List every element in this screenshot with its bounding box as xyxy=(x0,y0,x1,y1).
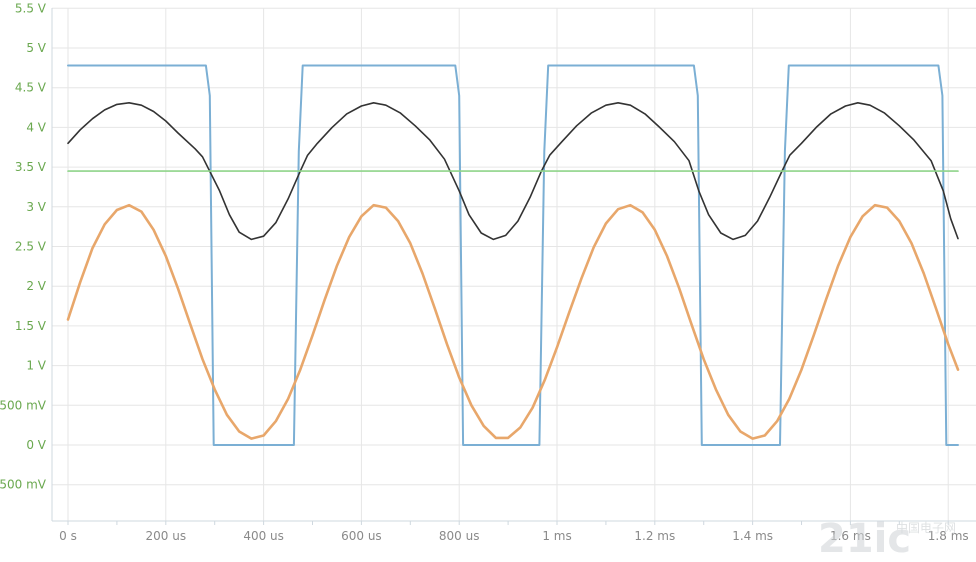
y-tick-label: 4.5 V xyxy=(15,81,47,95)
y-tick-label: 0 V xyxy=(26,438,46,452)
y-tick-label: 5 V xyxy=(26,41,46,55)
y-tick-label: 2.5 V xyxy=(15,240,47,254)
x-tick-label: 0 s xyxy=(59,529,77,543)
chart-svg: 5.5 V 5 V 4.5 V 4 V 3.5 V 3 V 2.5 V 2 V 1.5 V 1 V… xyxy=(0,1,976,562)
y-tick-label: -500 mV xyxy=(0,478,47,492)
y-tick-label: 500 mV xyxy=(0,398,47,412)
tick-labels: 5.5 V 5 V 4.5 V 4 V 3.5 V 3 V 2.5 V 2 V 1.5 V 1 V… xyxy=(0,1,969,543)
y-tick-label: 4 V xyxy=(26,120,46,134)
watermark-cn-text: 中国电子网 xyxy=(896,520,956,535)
series xyxy=(66,64,960,446)
x-tick-label: 1.2 ms xyxy=(634,529,675,543)
x-tick-label: 1.4 ms xyxy=(732,529,773,543)
x-tick-label: 800 us xyxy=(439,529,480,543)
y-tick-label: 3.5 V xyxy=(15,160,47,174)
y-tick-label: 2 V xyxy=(26,279,46,293)
y-tick-label: 1 V xyxy=(26,359,46,373)
y-tick-label: 5.5 V xyxy=(15,1,47,15)
x-tick-label: 200 us xyxy=(146,529,187,543)
y-tick-label: 3 V xyxy=(26,200,46,214)
oscilloscope-chart: 5.5 V 5 V 4.5 V 4 V 3.5 V 3 V 2.5 V 2 V 1.5 V 1 V… xyxy=(0,0,976,562)
x-tick-label: 1 ms xyxy=(542,529,571,543)
x-tick-label: 600 us xyxy=(341,529,382,543)
series-line-1 xyxy=(67,64,959,446)
series-line-4 xyxy=(66,203,960,440)
y-tick-label: 1.5 V xyxy=(15,319,47,333)
x-tick-label: 400 us xyxy=(243,529,284,543)
